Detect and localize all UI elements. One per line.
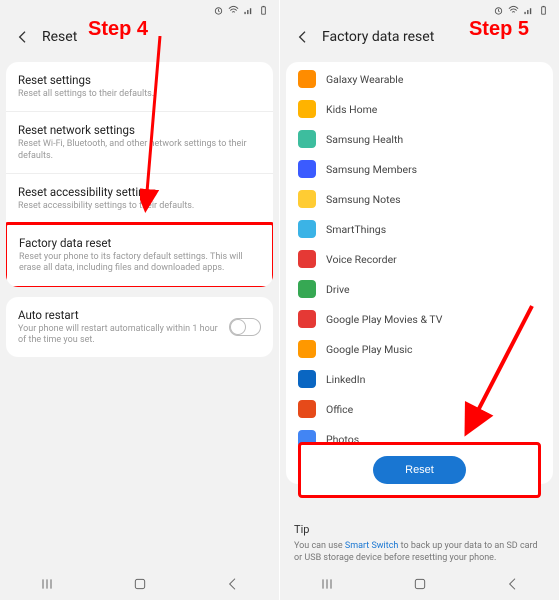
app-icon [298,400,316,418]
auto-restart-card: Auto restart Your phone will restart aut… [6,297,273,358]
back-button[interactable] [14,28,32,46]
app-name: LinkedIn [326,373,365,386]
annotation-arrow-step4 [140,36,170,216]
app-icon [298,310,316,328]
app-row: Voice Recorder [286,244,553,274]
app-name: Samsung Notes [326,193,401,206]
app-icon [298,190,316,208]
app-row: Kids Home [286,94,553,124]
auto-restart-toggle[interactable] [229,318,261,336]
back-icon[interactable] [225,576,241,592]
app-name: Galaxy Wearable [326,73,403,86]
reset-button-highlight: Reset [298,442,541,498]
status-bar [280,0,559,18]
home-icon[interactable] [132,576,148,592]
wifi-icon [508,5,519,16]
navigation-bar [0,572,279,596]
app-icon [298,160,316,178]
app-name: Google Play Movies & TV [326,313,442,326]
app-name: Samsung Health [326,133,403,146]
chevron-left-icon [295,29,311,45]
page-title: Factory data reset [322,29,434,45]
app-icon [298,280,316,298]
app-icon [298,370,316,388]
app-icon [298,130,316,148]
annotation-step4: Step 4 [88,18,148,41]
alarm-icon [213,5,224,16]
reset-button[interactable]: Reset [373,456,466,484]
app-name: Samsung Members [326,163,417,176]
smart-switch-link[interactable]: Smart Switch [345,541,399,551]
row-title: Factory data reset [19,236,260,250]
app-name: SmartThings [326,223,386,236]
row-subtitle: Reset your phone to its factory default … [19,252,260,275]
row-subtitle: Your phone will restart automatically wi… [18,324,221,347]
app-icon [298,100,316,118]
signal-icon [523,5,534,16]
app-icon [298,70,316,88]
status-bar [0,0,279,18]
app-row: Samsung Health [286,124,553,154]
annotation-step5: Step 5 [469,18,529,41]
navigation-bar [280,572,559,596]
home-icon[interactable] [412,576,428,592]
annotation-arrow-step5 [460,300,540,440]
chevron-left-icon [15,29,31,45]
app-row: Galaxy Wearable [286,64,553,94]
alarm-icon [493,5,504,16]
app-name: Kids Home [326,103,377,116]
tip-text-prefix: You can use [294,541,345,551]
app-row: SmartThings [286,214,553,244]
app-icon [298,340,316,358]
tip-body: You can use Smart Switch to back up your… [294,540,545,564]
tip-section: Tip You can use Smart Switch to back up … [294,523,545,564]
wifi-icon [228,5,239,16]
recents-icon[interactable] [39,576,55,592]
back-icon[interactable] [505,576,521,592]
app-row: Samsung Members [286,154,553,184]
battery-icon [258,5,269,16]
app-icon [298,250,316,268]
factory-data-reset-row[interactable]: Factory data reset Reset your phone to i… [6,222,273,287]
app-name: Google Play Music [326,343,413,356]
page-title: Reset [42,29,77,45]
app-row: Samsung Notes [286,184,553,214]
back-button[interactable] [294,28,312,46]
phone-step5: Step 5 Factory data reset Galaxy Wearabl… [280,0,559,600]
phone-step4: Step 4 Reset Reset settings Reset all se… [0,0,280,600]
tip-title: Tip [294,523,545,536]
app-name: Voice Recorder [326,253,397,266]
row-title: Auto restart [18,308,221,322]
battery-icon [538,5,549,16]
app-name: Office [326,403,353,416]
app-name: Drive [326,283,350,296]
recents-icon[interactable] [319,576,335,592]
auto-restart-row[interactable]: Auto restart Your phone will restart aut… [6,297,273,358]
app-icon [298,220,316,238]
signal-icon [243,5,254,16]
